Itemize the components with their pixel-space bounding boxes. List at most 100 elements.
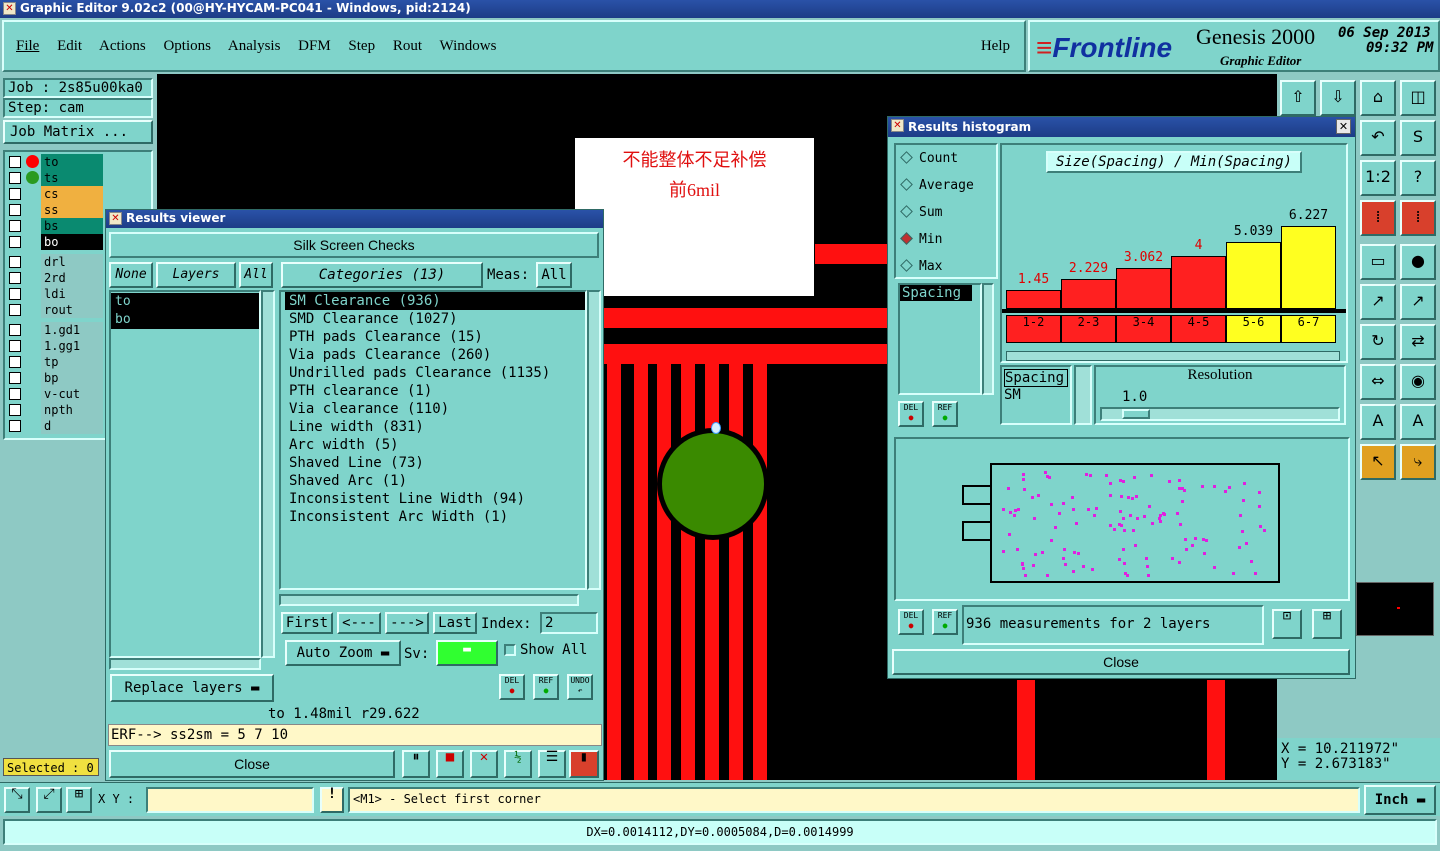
layer-list-scrollbar[interactable]	[261, 290, 275, 658]
layer-list-hscroll[interactable]	[109, 658, 261, 670]
layer-name[interactable]: v-cut	[41, 386, 103, 402]
show-all-checkbox[interactable]	[504, 644, 516, 656]
save-icon[interactable]: ⇩	[1320, 80, 1356, 116]
category-item[interactable]: Inconsistent Arc Width (1)	[285, 508, 585, 526]
layer-row[interactable]: d	[8, 418, 103, 434]
histogram-close-button[interactable]: Close	[892, 649, 1350, 675]
none-button[interactable]: None	[109, 262, 153, 288]
mode-max[interactable]: Max	[900, 259, 942, 274]
close-icon[interactable]: ✕	[1336, 119, 1351, 134]
category-item[interactable]: SMD Clearance (1027)	[285, 310, 585, 328]
layer-row[interactable]: 1.gg1	[8, 338, 103, 354]
stop-icon[interactable]: ■	[436, 750, 464, 778]
layer-checkbox[interactable]	[9, 356, 21, 368]
layer-name[interactable]: 1.gd1	[41, 322, 103, 338]
zoom-fit-icon[interactable]: ⤡	[4, 787, 30, 813]
select-icon[interactable]: ↖	[1360, 444, 1396, 480]
cancel-icon[interactable]: ✕	[470, 750, 498, 778]
measure-alt-icon[interactable]: ↗	[1400, 284, 1436, 320]
layer-checkbox[interactable]	[9, 372, 21, 384]
notes-icon[interactable]: ☰	[538, 750, 566, 778]
layer-checkbox[interactable]	[9, 172, 21, 184]
histogram-bar[interactable]	[1226, 242, 1281, 309]
layers-off-icon[interactable]: ⁞	[1400, 200, 1436, 236]
menu-file[interactable]: File	[16, 38, 39, 54]
scale-toggle-icon[interactable]: ½	[504, 750, 532, 778]
layers-label-button[interactable]: Layers	[156, 262, 236, 288]
pause-icon[interactable]: ⏸	[402, 750, 430, 778]
layer-name[interactable]: ss	[41, 202, 103, 218]
categories-button[interactable]: Categories (13)	[281, 262, 483, 288]
layer-name[interactable]: drl	[41, 254, 103, 270]
units-dropdown[interactable]: Inch ▬	[1364, 785, 1436, 815]
layer-row[interactable]: cs	[8, 186, 103, 202]
slider-handle[interactable]	[1122, 409, 1150, 419]
spacing-item[interactable]: Spacing	[900, 285, 972, 301]
layer-row[interactable]: to	[8, 154, 103, 170]
help-icon[interactable]: ?	[1400, 160, 1436, 196]
undo-button[interactable]: UNDO ↶	[567, 674, 593, 700]
ruler-icon[interactable]: ▭	[1360, 244, 1396, 280]
layer-checkbox[interactable]	[9, 288, 21, 300]
index-input[interactable]: 2	[540, 612, 598, 634]
pad-icon[interactable]: ●	[1400, 244, 1436, 280]
auto-zoom-dropdown[interactable]: Auto Zoom ▬	[285, 640, 401, 666]
layer-row[interactable]: 2rd	[8, 270, 103, 286]
resolution-slider[interactable]	[1100, 407, 1340, 421]
layer-name[interactable]: npth	[41, 402, 103, 418]
histogram-bin[interactable]: 2-3	[1061, 315, 1116, 343]
category-item[interactable]: Shaved Arc (1)	[285, 472, 585, 490]
layer-row[interactable]: drl	[8, 254, 103, 270]
category-item[interactable]: Inconsistent Line Width (94)	[285, 490, 585, 508]
sv-color-dropdown[interactable]: ▬	[436, 640, 498, 666]
layer-name[interactable]: ts	[41, 170, 103, 186]
category-item[interactable]: PTH pads Clearance (15)	[285, 328, 585, 346]
category-item[interactable]: Via pads Clearance (260)	[285, 346, 585, 364]
measure-icon[interactable]: ↗	[1360, 284, 1396, 320]
layer-name[interactable]: bo	[41, 234, 103, 250]
chart-hscroll[interactable]	[1006, 351, 1340, 361]
layer-row[interactable]: ldi	[8, 286, 103, 302]
category-item[interactable]: Line width (831)	[285, 418, 585, 436]
layers-on-icon[interactable]: ⁞	[1360, 200, 1396, 236]
mini-map[interactable]	[1356, 582, 1434, 636]
histogram-bar[interactable]	[1116, 268, 1171, 309]
menu-dfm[interactable]: DFM	[298, 38, 331, 54]
meas-all-button[interactable]: All	[536, 262, 572, 288]
mirror-icon[interactable]: ⇄	[1400, 324, 1436, 360]
layer-checkbox[interactable]	[9, 204, 21, 216]
menu-step[interactable]: Step	[348, 38, 375, 54]
alert-icon[interactable]: !	[320, 787, 344, 813]
xy-input[interactable]	[146, 787, 314, 813]
histogram-bar[interactable]	[1171, 256, 1226, 309]
layer-checkbox[interactable]	[9, 236, 21, 248]
spacing-scrollbar[interactable]	[982, 283, 994, 395]
layer-name[interactable]: cs	[41, 186, 103, 202]
layer-checkbox[interactable]	[9, 388, 21, 400]
layer-row[interactable]: v-cut	[8, 386, 103, 402]
ref-button[interactable]: REF ●	[533, 674, 559, 700]
grid-icon[interactable]: ⊞	[66, 787, 92, 813]
histogram-bar[interactable]	[1281, 226, 1336, 309]
zoom-area-icon[interactable]: ⤢	[36, 787, 62, 813]
replace-layers-dropdown[interactable]: Replace layers ▬	[110, 674, 274, 702]
category-item[interactable]: Arc width (5)	[285, 436, 585, 454]
scale-icon[interactable]: 1:2	[1360, 160, 1396, 196]
layer-row[interactable]: ts	[8, 170, 103, 186]
menu-analysis[interactable]: Analysis	[228, 38, 281, 54]
histogram-bar[interactable]	[1061, 279, 1116, 309]
layer-checkbox[interactable]	[9, 220, 21, 232]
mode-average[interactable]: Average	[900, 178, 974, 193]
layer-name[interactable]: ldi	[41, 286, 103, 302]
fit-icon[interactable]: ⇔	[1360, 364, 1396, 400]
menu-options[interactable]: Options	[163, 38, 211, 54]
layer-name[interactable]: 2rd	[41, 270, 103, 286]
layer-row[interactable]: npth	[8, 402, 103, 418]
menu-rout[interactable]: Rout	[393, 38, 422, 54]
layer-name[interactable]: 1.gg1	[41, 338, 103, 354]
menu-actions[interactable]: Actions	[99, 38, 146, 54]
layer-name[interactable]: rout	[41, 302, 103, 318]
layer-name[interactable]: tp	[41, 354, 103, 370]
layer-name[interactable]: bp	[41, 370, 103, 386]
zoom-out-results-icon[interactable]: ⊞	[1312, 609, 1342, 639]
